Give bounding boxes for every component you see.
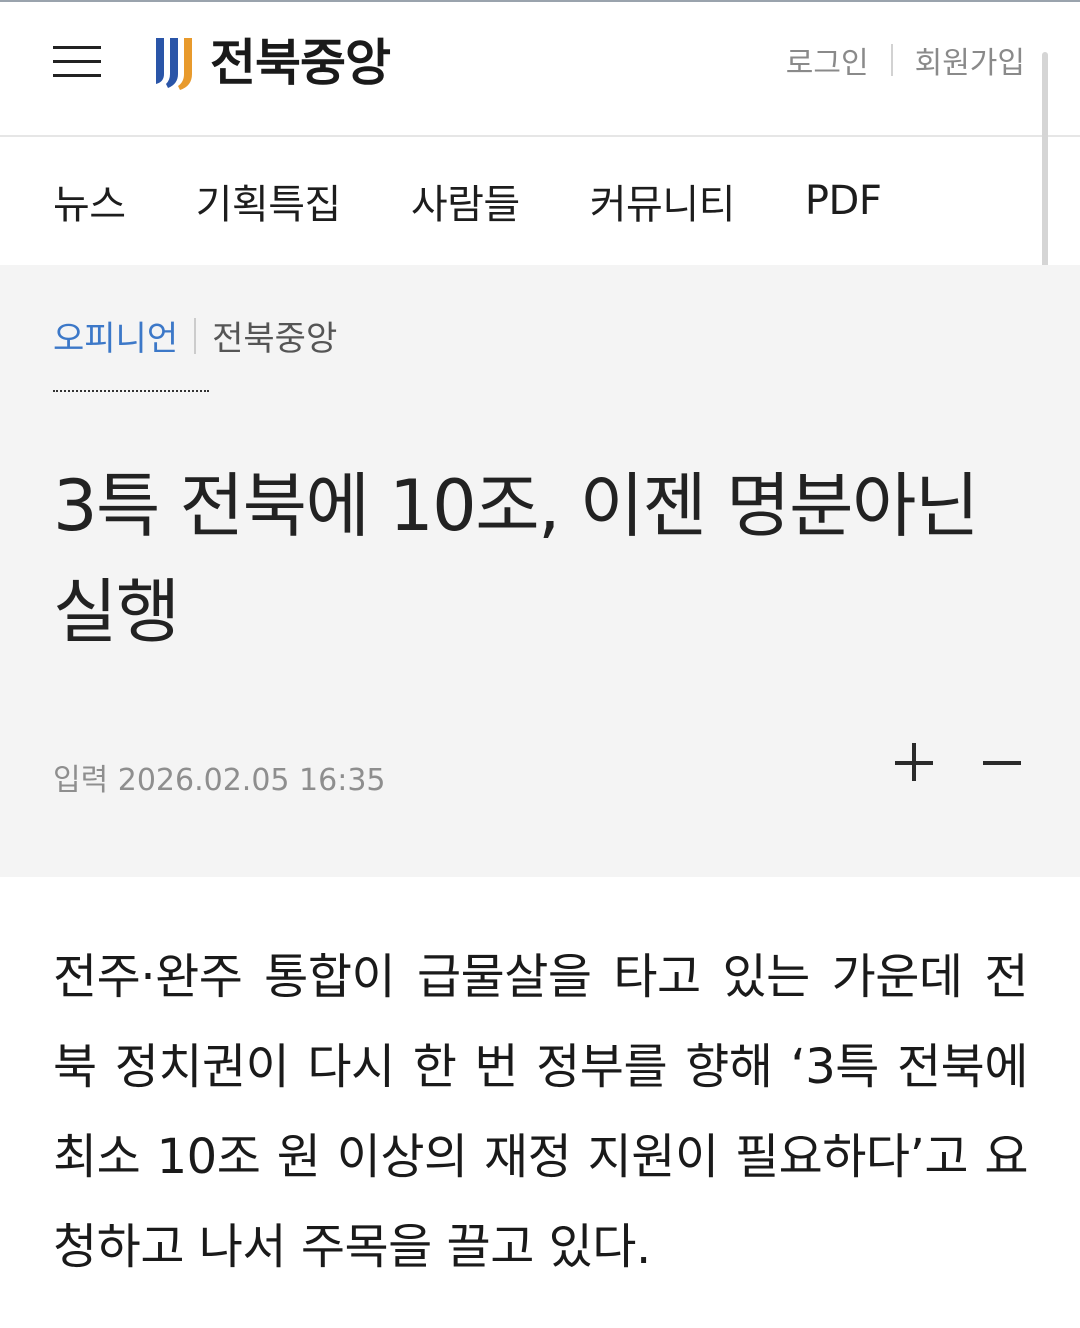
auth-divider [890, 44, 893, 76]
nav-item-people[interactable]: 사람들 [411, 172, 520, 230]
menu-icon[interactable] [53, 44, 101, 80]
logo-mark-icon [152, 34, 198, 92]
breadcrumb-section[interactable]: 오피니언 [53, 311, 178, 360]
nav-item-community[interactable]: 커뮤니티 [590, 172, 736, 230]
auth-links: 로그인 회원가입 [786, 38, 1025, 82]
plus-icon[interactable] [895, 743, 935, 783]
breadcrumb-source[interactable]: 전북중앙 [212, 311, 337, 360]
nav-item-news[interactable]: 뉴스 [53, 172, 126, 230]
breadcrumb-underline [53, 390, 209, 392]
nav-item-features[interactable]: 기획특집 [196, 172, 342, 230]
site-header: 전북중앙 로그인 회원가입 [0, 2, 1080, 462]
article-body: 전주·완주 통합이 급물살을 타고 있는 가운데 전북 정치권이 다시 한 번 … [53, 949, 1029, 1275]
page: 전북중앙 로그인 회원가입 뉴스 기획특집 사람들 커뮤니티 PDF 오피니언 … [0, 0, 1080, 1328]
site-logo[interactable]: 전북중앙 [152, 28, 391, 98]
breadcrumb: 오피니언 전북중앙 [53, 311, 337, 360]
article-headline: 3특 전북에 10조, 이젠 명분아닌 실행 [53, 465, 979, 653]
login-link[interactable]: 로그인 [786, 38, 869, 82]
signup-link[interactable]: 회원가입 [915, 38, 1025, 82]
breadcrumb-divider [194, 317, 197, 354]
nav-item-pdf[interactable]: PDF [805, 178, 882, 224]
article-header: 오피니언 전북중앙 3특 전북에 10조, 이젠 명분아닌 실행 입력 2026… [0, 265, 1080, 877]
minus-icon[interactable] [983, 743, 1023, 783]
logo-text: 전북중앙 [210, 34, 391, 92]
main-nav: 뉴스 기획특집 사람들 커뮤니티 PDF [0, 137, 1080, 265]
article-dateline: 입력 2026.02.05 16:35 [53, 763, 386, 798]
